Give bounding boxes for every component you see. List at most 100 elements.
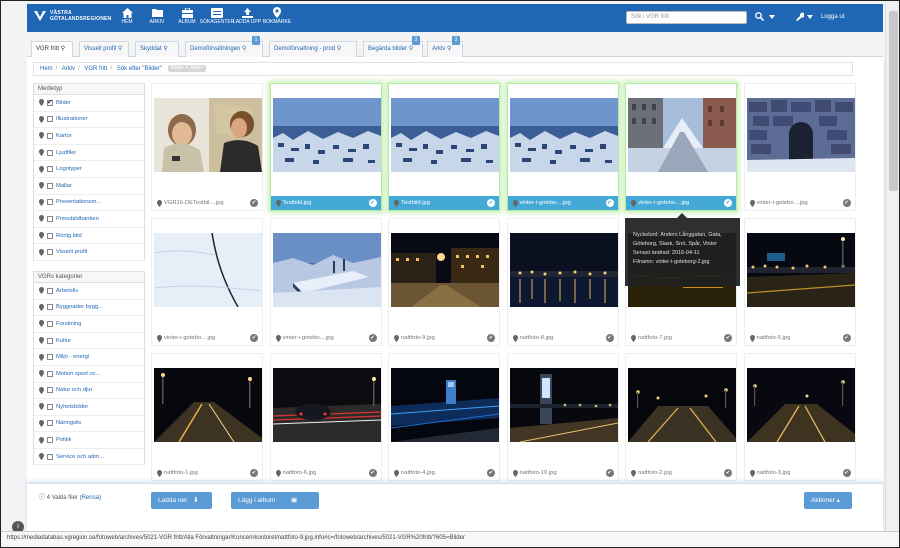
facet-item[interactable]: Byggnader bygg...	[34, 300, 144, 317]
tab-begarda-bilder[interactable]: Begärda bilder ⚲ 3	[363, 36, 423, 57]
image-tile[interactable]: vinter-i-gotebo....jpg ✔	[151, 218, 263, 346]
facet-item[interactable]: Mallar	[34, 178, 144, 195]
facet-checkbox[interactable]	[47, 437, 53, 444]
nav-bookmark[interactable]: BOKMÄRKE	[263, 6, 291, 26]
image-thumbnail[interactable]	[272, 368, 381, 442]
image-tile[interactable]: nattfoto-9.jpg ✔	[388, 218, 500, 346]
image-thumbnail[interactable]	[746, 98, 855, 172]
facet-checkbox[interactable]	[47, 116, 53, 123]
image-tile[interactable]: nattfoto-6.jpg ✔	[269, 353, 382, 481]
select-check-icon[interactable]: ✔	[487, 199, 495, 207]
facet-checkbox[interactable]	[47, 232, 53, 239]
select-check-icon[interactable]: ✔	[724, 334, 732, 342]
image-tile[interactable]: nattfoto-4.jpg ✔	[388, 353, 500, 481]
breadcrumb-archive[interactable]: Arkiv	[62, 66, 75, 72]
image-thumbnail[interactable]	[746, 368, 855, 442]
nav-home[interactable]: HEM	[115, 6, 139, 26]
select-check-icon[interactable]: ✔	[250, 334, 258, 342]
nav-archive[interactable]: ARKIV	[145, 6, 169, 26]
select-check-icon[interactable]: ✔	[842, 199, 851, 207]
breadcrumb-home[interactable]: Hem	[40, 66, 53, 72]
facet-checkbox[interactable]	[47, 98, 53, 106]
select-check-icon[interactable]: ✔	[250, 199, 258, 207]
select-check-icon[interactable]: ✔	[368, 199, 377, 207]
facet-checkbox[interactable]	[47, 182, 53, 189]
image-thumbnail[interactable]	[154, 233, 262, 307]
breadcrumb-vgr-fritt[interactable]: VGR fritt	[84, 66, 107, 72]
facet-checkbox[interactable]	[47, 403, 53, 410]
facet-item[interactable]: Logotyper	[34, 161, 144, 178]
select-check-icon[interactable]: ✔	[724, 469, 732, 477]
facet-checkbox[interactable]	[47, 132, 53, 139]
vgr-logo[interactable]: VÄSTRA GÖTALANDSREGIONEN	[33, 9, 111, 23]
select-check-icon[interactable]: ✔	[250, 469, 258, 477]
facet-item[interactable]: Bilder	[34, 95, 144, 112]
wrench-icon[interactable]	[795, 12, 805, 23]
select-check-icon[interactable]: ✔	[487, 469, 495, 477]
facet-checkbox[interactable]	[47, 354, 53, 361]
image-thumbnail[interactable]	[272, 98, 381, 172]
image-thumbnail[interactable]	[391, 98, 499, 172]
facet-item[interactable]: Arbetsliv	[34, 283, 144, 300]
image-tile[interactable]: VGR16-DETestbil....jpg ✔	[151, 83, 263, 211]
image-tile[interactable]: nattfoto-2.jpg ✔	[625, 353, 737, 481]
select-check-icon[interactable]: ✔	[605, 469, 614, 477]
facet-checkbox[interactable]	[47, 287, 53, 294]
facet-item[interactable]: Pressbildbanken	[34, 211, 144, 228]
tab-visuell-profil[interactable]: Visuell profil ⚲	[79, 41, 129, 57]
facet-item[interactable]: Motion sport oc...	[34, 366, 144, 383]
actions-dropdown-button[interactable]: Aktioner ▴	[804, 492, 852, 509]
select-check-icon[interactable]: ✔	[368, 469, 377, 477]
search-input[interactable]: Sök i VGR fritt	[626, 11, 747, 24]
facet-item[interactable]: Service och adm...	[34, 449, 144, 466]
page-scrollbar[interactable]	[885, 1, 899, 531]
image-thumbnail[interactable]	[628, 98, 736, 172]
facet-item[interactable]: Politik	[34, 432, 144, 449]
facet-checkbox[interactable]	[47, 337, 53, 344]
tab-arkiv[interactable]: Arkiv ⚲ 3	[427, 36, 463, 57]
facet-checkbox[interactable]	[47, 420, 53, 427]
image-thumbnail[interactable]	[509, 233, 618, 307]
logout-link[interactable]: Logga ut	[821, 14, 844, 20]
image-thumbnail[interactable]	[154, 368, 262, 442]
settings-chevron-icon[interactable]	[807, 14, 813, 21]
chevron-down-icon[interactable]	[769, 14, 775, 21]
facet-checkbox[interactable]	[47, 320, 53, 327]
facet-item[interactable]: Forskning	[34, 316, 144, 333]
scroll-thumb[interactable]	[889, 11, 898, 191]
image-tile[interactable]: vinter-i-gotebo....jpg ✔	[506, 83, 619, 211]
image-tile[interactable]: vinter-i-gotebo....jpg ✔	[269, 218, 382, 346]
select-check-icon[interactable]: ✔	[724, 199, 732, 207]
download-button[interactable]: Ladda ner ⬇	[151, 492, 212, 509]
select-check-icon[interactable]: ✔	[842, 469, 851, 477]
image-tile[interactable]: nattfoto-1.jpg ✔	[151, 353, 263, 481]
select-check-icon[interactable]: ✔	[842, 334, 851, 342]
select-check-icon[interactable]: ✔	[487, 334, 495, 342]
facet-item[interactable]: Rörlig bild	[34, 228, 144, 245]
search-icon[interactable]	[755, 12, 765, 23]
image-thumbnail[interactable]	[509, 368, 618, 442]
image-tile[interactable]: Testbild.jpg ✔	[269, 83, 382, 211]
image-thumbnail[interactable]	[272, 233, 381, 307]
image-tile[interactable]: nattfoto-10.jpg ✔	[506, 353, 619, 481]
nav-album[interactable]: ALBUM	[175, 6, 199, 26]
facet-item[interactable]: Miljö - energi	[34, 349, 144, 366]
image-tile[interactable]: nattfoto-5.jpg ✔	[743, 218, 856, 346]
image-tile[interactable]: nattfoto-3.jpg ✔	[743, 353, 856, 481]
facet-item[interactable]: Illustrationer	[34, 112, 144, 129]
facet-checkbox[interactable]	[47, 304, 53, 311]
facet-item[interactable]: Kartor	[34, 128, 144, 145]
filter-pill[interactable]: Bilder ✕ Bilder	[167, 64, 207, 72]
reset-selection-link[interactable]: Rensa	[82, 495, 99, 501]
facet-item[interactable]: Nyhetsbilder	[34, 399, 144, 416]
image-tile[interactable]: nattfoto-8.jpg ✔	[506, 218, 619, 346]
image-thumbnail[interactable]	[154, 98, 262, 172]
tab-skyddat[interactable]: Skyddat ⚲	[135, 41, 179, 57]
facet-item[interactable]: Visuell profil	[34, 244, 144, 261]
facet-checkbox[interactable]	[47, 166, 53, 173]
facet-checkbox[interactable]	[47, 453, 53, 460]
facet-checkbox[interactable]	[47, 199, 53, 206]
image-tile[interactable]: vinter-i-gotebo....jpg ✔	[743, 83, 856, 211]
image-thumbnail[interactable]	[391, 233, 499, 307]
image-thumbnail[interactable]	[746, 233, 855, 307]
